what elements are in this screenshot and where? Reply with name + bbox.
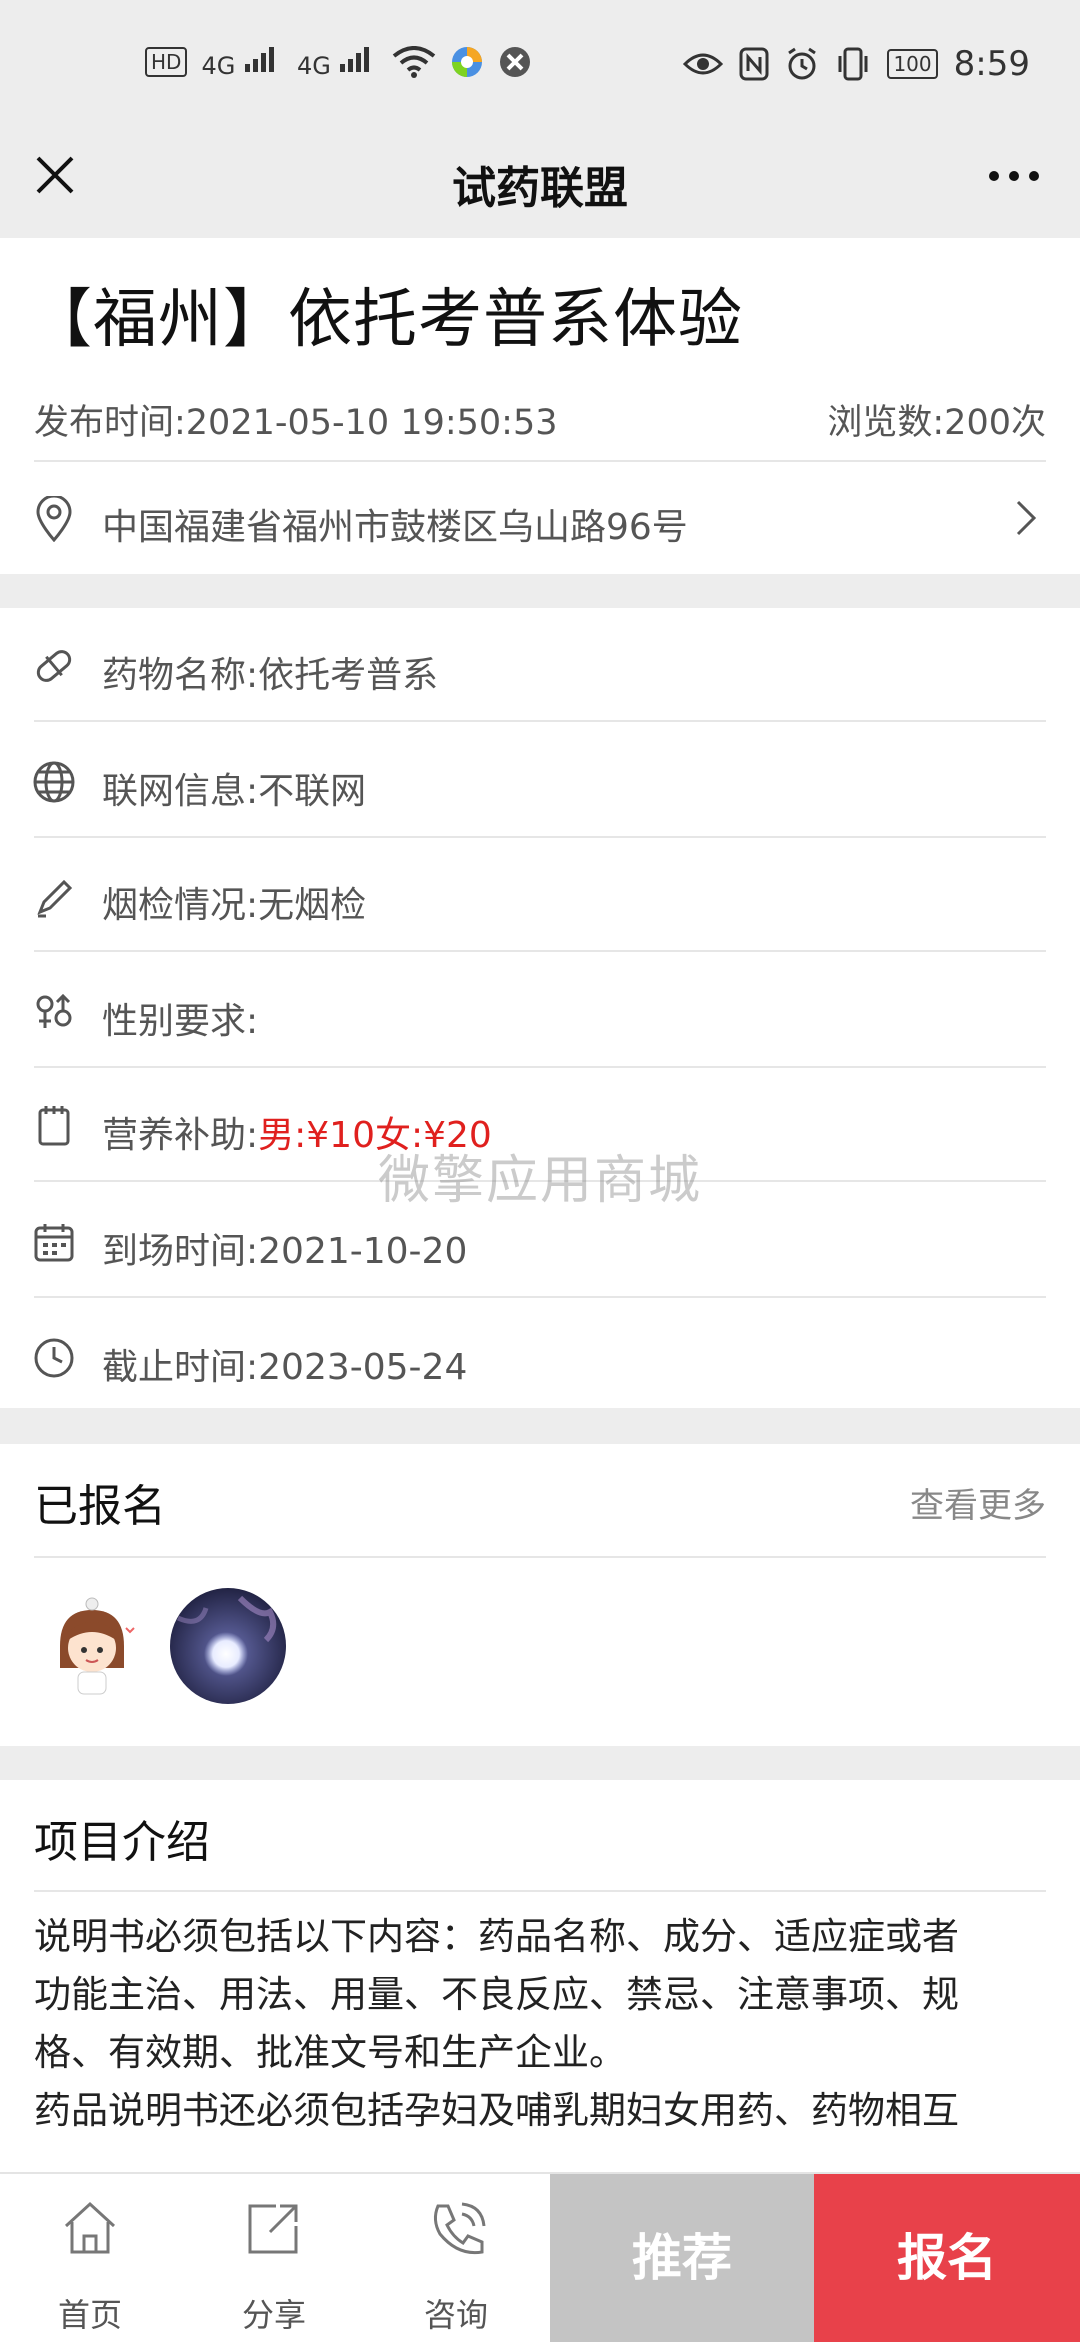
divider [34, 720, 1046, 722]
home-icon [64, 2201, 116, 2254]
registered-title: 已报名 [34, 1481, 166, 1532]
app-notification-icon-2 [500, 47, 531, 77]
signal-4g-2: 4G [297, 44, 379, 80]
bottom-bar: 首页 分享 咨询 推荐 报名 [0, 2172, 1080, 2342]
signal-4g-1: 4G [201, 44, 283, 80]
clock-icon [34, 1338, 74, 1378]
view-more-link[interactable]: 查看更多 [910, 1478, 1046, 1527]
view-count: 浏览数:200次 [827, 403, 1046, 443]
tab-share-label: 分享 [241, 2296, 306, 2334]
arrival-time: 到场时间:2021-10-20 [102, 1231, 468, 1272]
network-info: 联网信息:不联网 [102, 771, 367, 812]
intro-line: 药品说明书还必须包括孕妇及哺乳期妇女用药、药物相互 [34, 2089, 959, 2132]
vibrate-icon [838, 47, 868, 81]
cartoon-girl-avatar [60, 1597, 135, 1695]
drug-name: 药物名称:依托考普系 [102, 655, 439, 696]
deadline: 截止时间:2023-05-24 [102, 1347, 468, 1388]
hd-indicator: HD [145, 47, 188, 77]
watermark: 微擎应用商城 [377, 1151, 702, 1211]
gender-requirement: 性别要求: [102, 1001, 259, 1042]
gender-icon [36, 993, 72, 1028]
nfc-icon [739, 47, 769, 81]
address-row[interactable]: 中国福建省福州市鼓楼区乌山路96号 [0, 462, 1080, 572]
tab-home-label: 首页 [57, 2296, 122, 2334]
divider [34, 950, 1046, 952]
phone-call-icon [433, 2202, 486, 2255]
smoke-check: 烟检情况:无烟检 [102, 885, 367, 926]
address-text: 中国福建省福州市鼓楼区乌山路96号 [102, 507, 688, 548]
intro-text: 说明书必须包括以下内容：药品名称、成分、适应症或者 功能主治、用法、用量、不良反… [34, 1908, 1046, 2140]
divider [34, 1890, 1046, 1892]
divider [34, 1296, 1046, 1298]
divider [34, 1556, 1046, 1558]
calendar-icon [34, 1224, 74, 1262]
tab-home[interactable]: 首页 [0, 2174, 180, 2342]
avatar[interactable] [170, 1588, 286, 1704]
divider [34, 836, 1046, 838]
clock: 8:59 [953, 44, 1030, 84]
page-title: 试药联盟 [452, 163, 628, 214]
wifi-icon [393, 46, 436, 78]
tab-share[interactable]: 分享 [184, 2174, 364, 2342]
pill-icon [36, 650, 72, 682]
intro-title: 项目介绍 [34, 1817, 210, 1868]
signal-icon [340, 47, 370, 72]
app-notification-icon [452, 47, 483, 77]
divider [34, 1066, 1046, 1068]
tab-consult-label: 咨询 [423, 2296, 488, 2334]
intro-line: 格、有效期、批准文号和生产企业。 [34, 2031, 626, 2074]
intro-line: 功能主治、用法、用量、不良反应、禁忌、注意事项、规 [34, 1973, 959, 2016]
signup-button[interactable]: 报名 [814, 2174, 1080, 2342]
more-icon[interactable] [986, 154, 1042, 198]
publish-time: 发布时间:2021-05-10 19:50:53 [34, 403, 558, 443]
nav-bar: 试药联盟 [0, 130, 1080, 238]
signal-icon [244, 47, 274, 72]
status-left: HD 4G 4G [145, 44, 532, 80]
eye-icon [683, 53, 724, 75]
status-right: 100 8:59 [683, 44, 1030, 84]
recommend-button[interactable]: 推荐 [550, 2174, 814, 2342]
pencil-icon [37, 879, 73, 918]
intro-line: 说明书必须包括以下内容：药品名称、成分、适应症或者 [34, 1915, 959, 1958]
alarm-icon [788, 47, 817, 80]
chevron-right-icon [1016, 500, 1037, 536]
moon-night-avatar [170, 1588, 286, 1704]
trial-title: 【福州】依托考普系体验 [28, 283, 743, 357]
share-icon [248, 2204, 298, 2254]
tab-consult[interactable]: 咨询 [366, 2174, 546, 2342]
avatar[interactable] [34, 1588, 150, 1704]
location-pin-icon [36, 496, 72, 542]
globe-icon [33, 761, 75, 803]
battery-icon: 100 [887, 49, 938, 79]
status-bar: HD 4G 4G 100 8:59 [0, 0, 1080, 130]
